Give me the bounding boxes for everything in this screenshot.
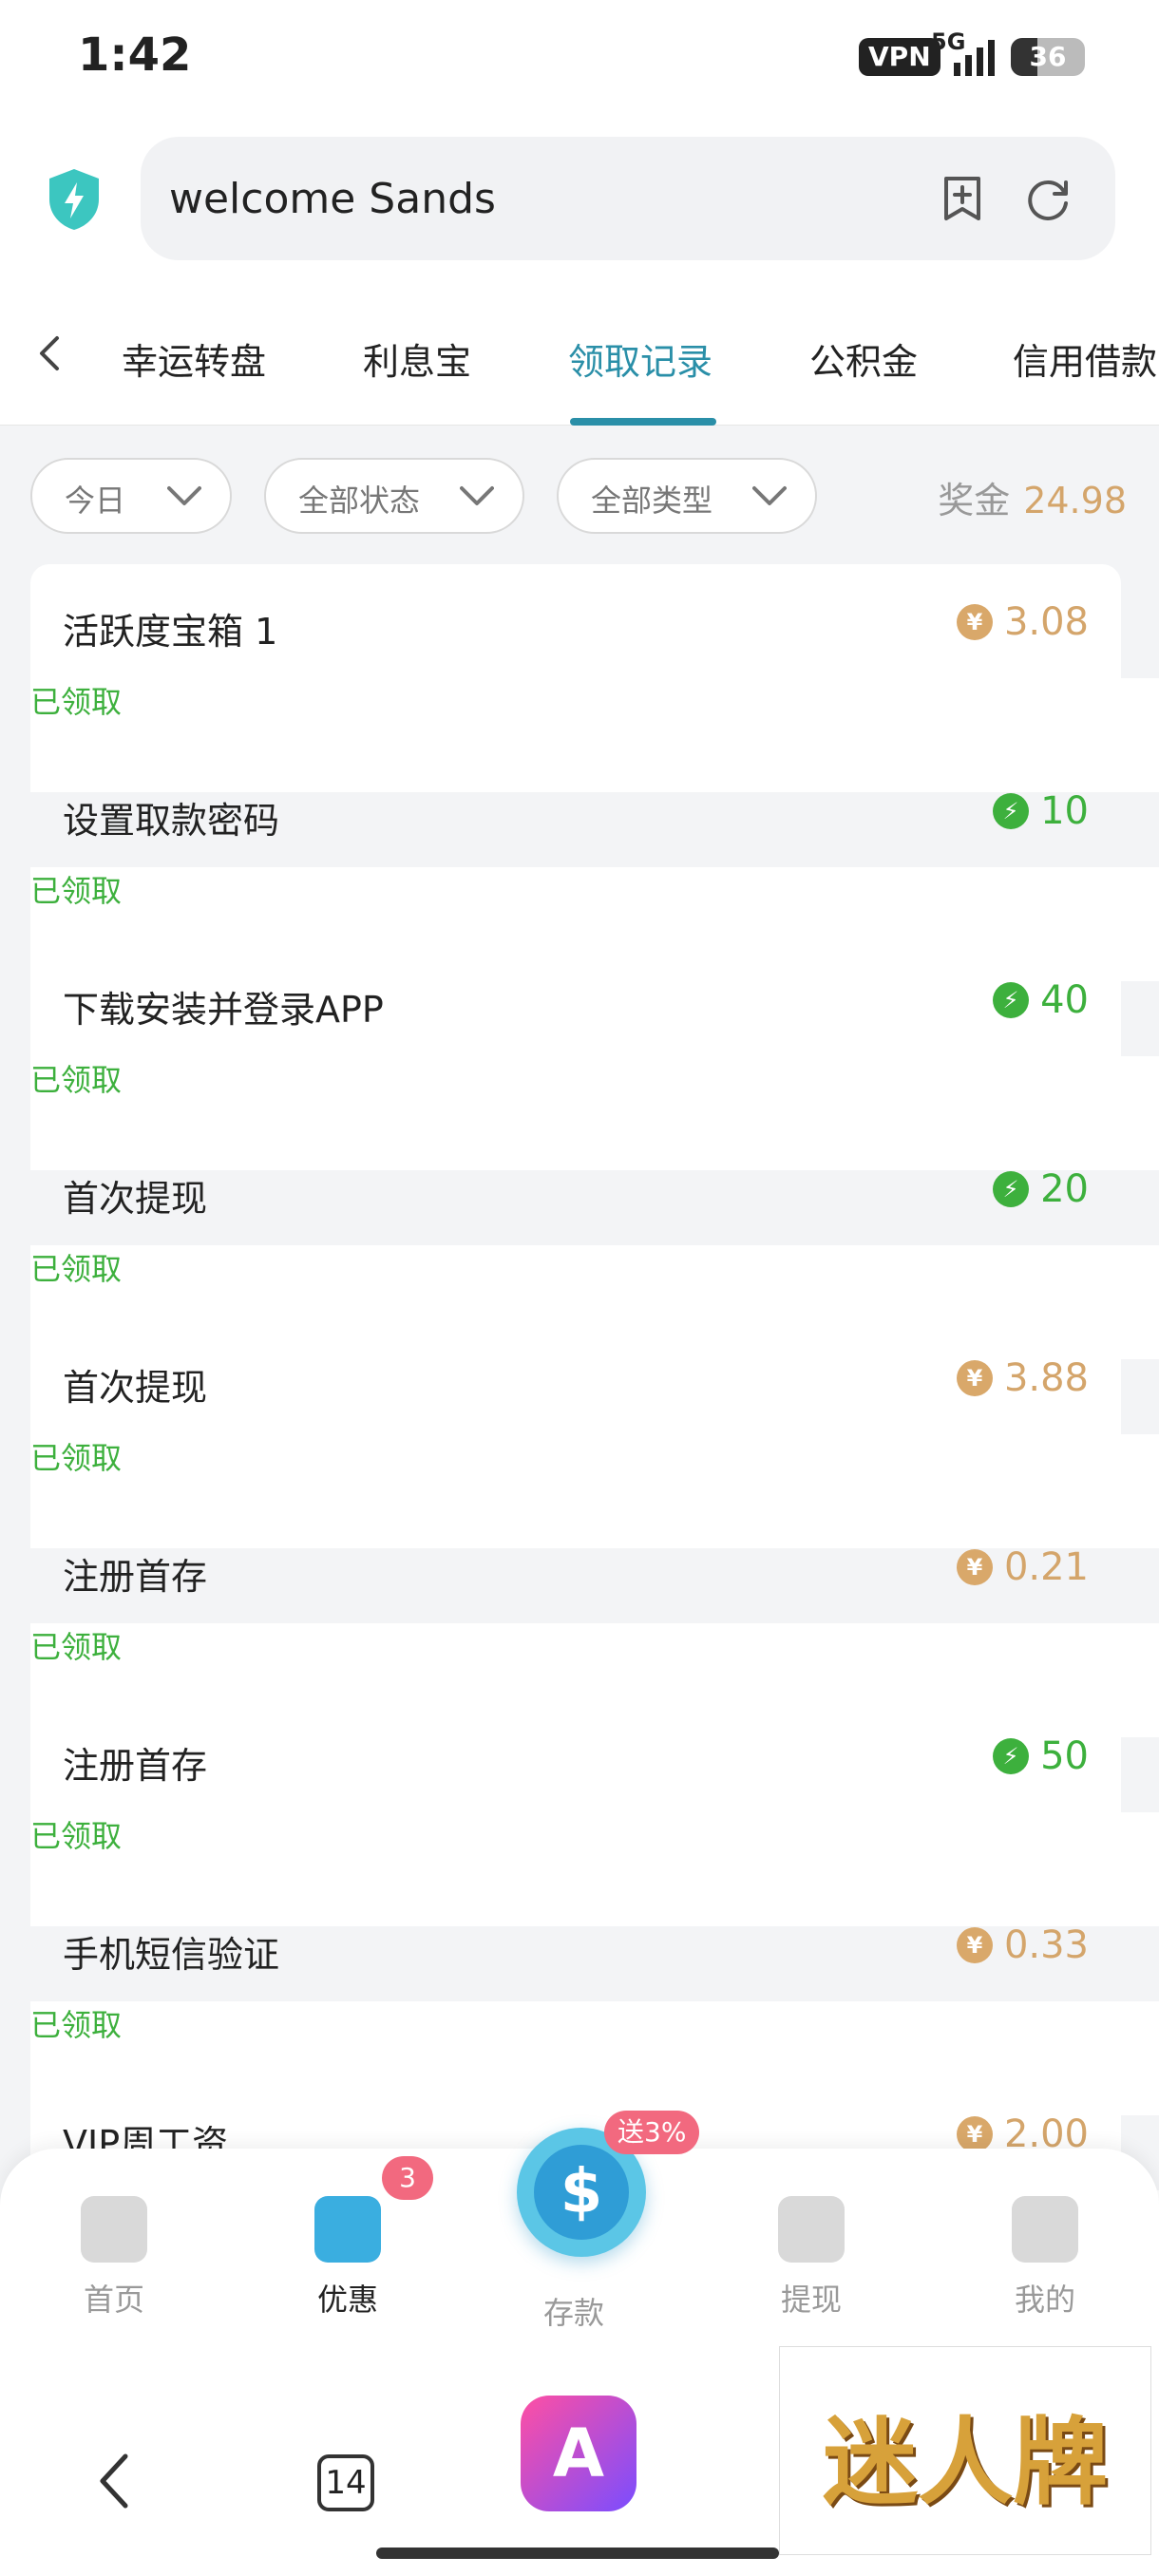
record-amount-value: 50 <box>1040 1734 1089 1778</box>
record-amount: ¥0.33 <box>956 1923 1089 1967</box>
tab-bar: 幸运转盘 利息宝 领取记录 公积金 信用借款 <box>0 285 1159 426</box>
address-text[interactable]: welcome Sands <box>169 175 496 223</box>
record-amount: ⚡ 50 <box>993 1734 1089 1778</box>
gift-icon <box>314 2196 381 2263</box>
battery-icon: 36 <box>1011 38 1085 76</box>
home-icon <box>81 2196 147 2263</box>
chevron-left-icon[interactable] <box>28 331 74 376</box>
bonus-total: 奖金 24.98 <box>938 471 1127 523</box>
status-filter[interactable]: 全部状态 <box>264 458 524 534</box>
record-amount-value: 3.08 <box>1003 600 1089 644</box>
record-amount: ⚡ 40 <box>993 978 1089 1022</box>
record-item[interactable]: 首次提现2026/06/08 01:23来源: 任务奖励¥3.88已领取 <box>30 1320 1159 1548</box>
bonus-label: 奖金 <box>938 480 1011 521</box>
tab-lucky-wheel[interactable]: 幸运转盘 <box>122 332 266 385</box>
bolt-coin-icon: ⚡ <box>993 1171 1030 1207</box>
record-item[interactable]: 首次提现2026/06/08 01:23来源: 任务奖励⚡20已领取 <box>30 1131 1159 1359</box>
record-title: 设置取款密码 <box>63 800 280 842</box>
watermark-text: 迷人牌 <box>823 2406 1108 2518</box>
records-list: 活跃度宝箱 12026/06/08 01:23来源: 任务奖励¥3.08已领取设… <box>30 564 1159 2304</box>
tab-interest[interactable]: 利息宝 <box>363 332 471 385</box>
browser-bar: welcome Sands <box>0 114 1159 285</box>
chevron-down-icon <box>167 486 201 505</box>
dollar-plus-icon: $ <box>534 2145 629 2240</box>
deposit-promo-tag: 送3% <box>604 2111 700 2154</box>
offers-badge: 3 <box>382 2156 433 2200</box>
bolt-coin-icon: ⚡ <box>993 982 1030 1018</box>
record-amount: ⚡ 20 <box>993 1167 1089 1211</box>
record-amount: ¥3.88 <box>956 1356 1089 1400</box>
record-amount-value: 40 <box>1040 978 1089 1022</box>
record-amount: ¥0.21 <box>956 1545 1089 1589</box>
nav-home[interactable]: 首页 <box>57 2196 171 2320</box>
tab-switcher-button[interactable]: 14 <box>317 2454 374 2511</box>
app-logo-icon[interactable]: A <box>521 2396 636 2511</box>
bolt-coin-icon: ⚡ <box>993 1738 1030 1774</box>
address-bar[interactable]: welcome Sands <box>141 137 1115 260</box>
yuan-coin-icon: ¥ <box>956 1927 993 1963</box>
nav-deposit-label[interactable]: 存款 <box>543 2289 604 2333</box>
home-indicator <box>376 2548 779 2559</box>
date-filter[interactable]: 今日 <box>30 458 232 534</box>
record-item[interactable]: 注册首存2026/06/08 01:23来源: 任务奖励⚡50已领取 <box>30 1698 1159 1926</box>
tab-claim-records[interactable]: 领取记录 <box>568 332 712 385</box>
type-filter[interactable]: 全部类型 <box>557 458 817 534</box>
yuan-coin-icon: ¥ <box>956 1549 993 1585</box>
record-item[interactable]: 下载安装并登录APP2026/06/08 01:23来源: 任务奖励⚡40已领取 <box>30 942 1159 1170</box>
shield-bolt-icon[interactable] <box>46 167 103 232</box>
bolt-coin-icon: ⚡ <box>993 793 1030 829</box>
record-title: 首次提现 <box>63 1178 208 1220</box>
record-amount-value: 0.33 <box>1003 1923 1089 1967</box>
type-filter-label: 全部类型 <box>591 483 713 519</box>
status-filter-label: 全部状态 <box>298 483 421 519</box>
record-amount-value: 10 <box>1040 789 1089 833</box>
record-item[interactable]: 注册首存2026/06/08 01:23来源: 任务奖励¥0.21已领取 <box>30 1509 1159 1737</box>
record-amount-value: 20 <box>1040 1167 1089 1211</box>
page: 1:42 VPN 5G 36 welcome Sands 幸运转盘 利息宝 领取… <box>0 0 1159 2576</box>
nav-withdraw-label: 提现 <box>780 2282 842 2318</box>
nav-withdraw[interactable]: 提现 <box>754 2196 868 2320</box>
nav-home-label: 首页 <box>83 2282 144 2318</box>
record-item[interactable]: 活跃度宝箱 12026/06/08 01:23来源: 任务奖励¥3.08已领取 <box>30 564 1159 792</box>
yuan-coin-icon: ¥ <box>956 604 993 640</box>
back-icon[interactable] <box>95 2451 133 2511</box>
record-title: 注册首存 <box>63 1556 208 1598</box>
refresh-icon[interactable] <box>1024 175 1074 224</box>
record-title: 首次提现 <box>63 1367 208 1409</box>
record-amount-value: 0.21 <box>1003 1545 1089 1589</box>
record-amount: ¥3.08 <box>956 600 1089 644</box>
yuan-coin-icon: ¥ <box>956 2116 993 2152</box>
bonus-amount: 24.98 <box>1023 480 1127 521</box>
record-item[interactable]: 设置取款密码2026/06/08 01:23来源: 任务奖励⚡10已领取 <box>30 753 1159 981</box>
chevron-down-icon <box>752 486 787 505</box>
tab-provident-fund[interactable]: 公积金 <box>809 332 918 385</box>
record-amount-value: 3.88 <box>1003 1356 1089 1400</box>
yuan-coin-icon: ¥ <box>956 1360 993 1396</box>
active-tab-indicator <box>570 418 716 426</box>
nav-offers[interactable]: 优惠 <box>291 2196 405 2320</box>
tab-credit-loan[interactable]: 信用借款 <box>1013 332 1157 385</box>
status-bar: 1:42 VPN 5G 36 <box>0 0 1159 114</box>
record-title: 手机短信验证 <box>63 1934 280 1976</box>
nav-mine-label: 我的 <box>1014 2282 1075 2318</box>
nav-mine[interactable]: 我的 <box>988 2196 1102 2320</box>
date-filter-label: 今日 <box>65 483 126 519</box>
record-amount: ⚡ 10 <box>993 789 1089 833</box>
record-title: 注册首存 <box>63 1745 208 1787</box>
vpn-badge: VPN <box>859 38 940 76</box>
upload-icon <box>778 2196 845 2263</box>
add-bookmark-icon[interactable] <box>939 175 986 222</box>
watermark-logo: 迷人牌 <box>779 2346 1151 2555</box>
status-time: 1:42 <box>78 28 192 82</box>
user-icon <box>1012 2196 1078 2263</box>
record-title: 下载安装并登录APP <box>63 989 384 1031</box>
signal-icon <box>954 40 995 76</box>
record-title: 活跃度宝箱 1 <box>63 611 278 653</box>
nav-offers-label: 优惠 <box>316 2282 378 2318</box>
battery-level: 36 <box>1029 41 1067 72</box>
chevron-down-icon <box>460 486 494 505</box>
record-item[interactable]: 手机短信验证2026/06/08 01:23来源: 任务奖励¥0.33已领取 <box>30 1887 1159 2115</box>
